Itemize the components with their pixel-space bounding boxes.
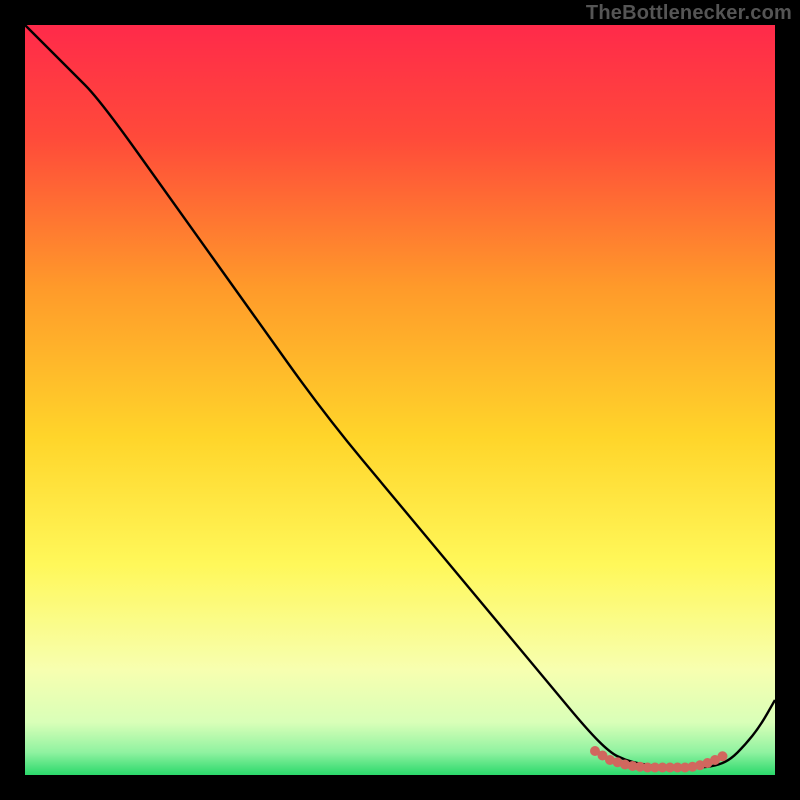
chart-frame: TheBottlenecker.com	[0, 0, 800, 800]
gradient-background	[25, 25, 775, 775]
chart-svg	[25, 25, 775, 775]
plot-area	[25, 25, 775, 775]
watermark-text: TheBottlenecker.com	[586, 2, 792, 25]
data-dot	[718, 751, 728, 761]
